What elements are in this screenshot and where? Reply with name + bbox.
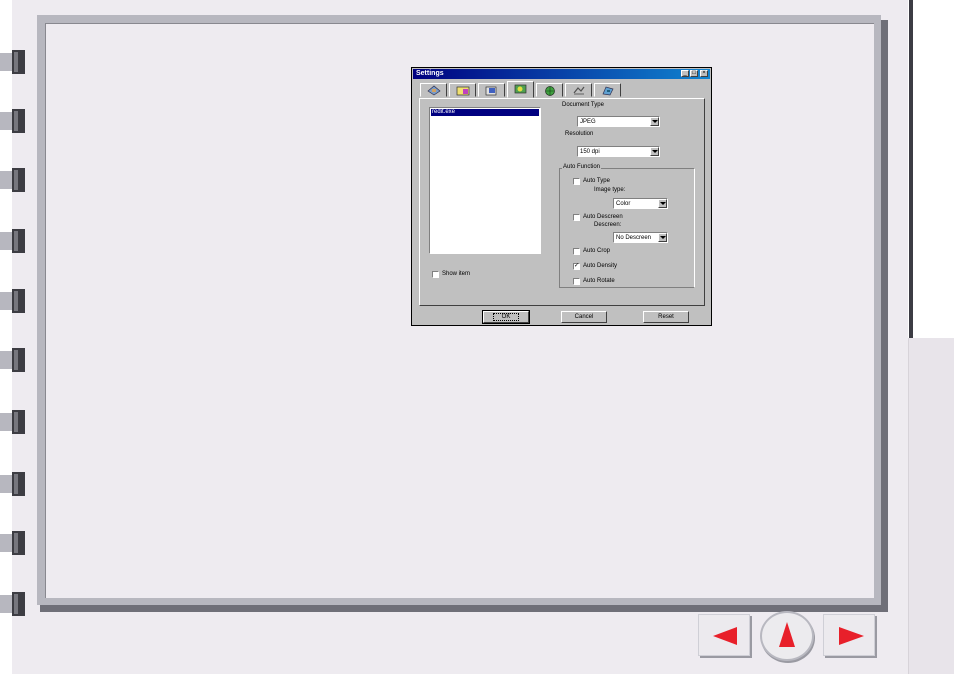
binder-ring	[0, 168, 26, 192]
right-lower-panel	[908, 338, 954, 674]
auto-type-checkbox[interactable]	[573, 178, 580, 185]
show-item-checkbox[interactable]	[432, 271, 439, 278]
auto-crop-label: Auto Crop	[583, 248, 611, 254]
binder-ring	[0, 50, 26, 74]
up-arrow-icon	[779, 622, 795, 647]
tab-settings[interactable]	[507, 81, 534, 98]
image-type-select[interactable]: Color	[613, 198, 668, 209]
auto-rotate-checkbox[interactable]	[573, 278, 580, 285]
document-type-select[interactable]: JPEG	[577, 116, 660, 127]
chevron-down-icon[interactable]	[658, 199, 667, 208]
binder-ring	[0, 109, 26, 133]
cancel-button-label: Cancel	[574, 314, 594, 320]
descreen-value: No Descreen	[616, 235, 652, 241]
image-tab-icon	[485, 86, 497, 96]
chevron-down-icon[interactable]	[650, 147, 659, 156]
auto-crop-checkbox[interactable]	[573, 248, 580, 255]
resolution-value: 150 dpi	[580, 149, 600, 155]
chevron-down-icon[interactable]	[658, 233, 667, 242]
tab-globe[interactable]	[536, 83, 563, 97]
show-item-label: Show item	[442, 271, 471, 277]
image-type-value: Color	[616, 201, 631, 207]
binder-ring	[0, 472, 26, 496]
resolution-select[interactable]: 150 dpi	[577, 146, 660, 157]
tab-tools[interactable]	[565, 83, 592, 97]
right-margin	[908, 0, 954, 338]
chevron-down-icon[interactable]	[650, 117, 659, 126]
reset-button[interactable]: Reset	[643, 311, 689, 323]
ok-button[interactable]: OK	[482, 310, 530, 324]
descreen-select[interactable]: No Descreen	[613, 232, 668, 243]
binder-ring	[0, 531, 26, 555]
auto-function-group	[559, 168, 695, 288]
previous-page-button[interactable]	[698, 614, 750, 656]
tools-tab-icon	[573, 86, 585, 95]
resolution-label: Resolution	[565, 131, 594, 137]
binder-ring	[0, 348, 26, 372]
left-arrow-icon	[713, 627, 737, 645]
list-item[interactable]: redit.exe	[431, 109, 539, 116]
auto-type-label: Auto Type	[583, 178, 610, 184]
cancel-button[interactable]: Cancel	[561, 311, 607, 323]
minimize-button[interactable]: _	[681, 70, 689, 77]
close-button[interactable]: ×	[700, 70, 708, 77]
settings-dialog: Settings _ □ × redit.exe Show item Docum…	[411, 67, 712, 326]
tab-scanner[interactable]	[420, 83, 447, 97]
binder-ring	[0, 289, 26, 313]
checkmark-icon: ✓	[574, 263, 580, 269]
maximize-button[interactable]: □	[690, 70, 698, 77]
settings-panel: redit.exe Show item Document Type JPEG R…	[419, 98, 705, 306]
dialog-titlebar: Settings _ □ ×	[413, 69, 710, 79]
descreen-label: Descreen:	[594, 222, 622, 228]
right-arrow-icon	[839, 627, 864, 645]
tab-image[interactable]	[478, 83, 505, 97]
dialog-title: Settings	[416, 70, 444, 77]
auto-rotate-label: Auto Rotate	[583, 278, 615, 284]
application-list[interactable]: redit.exe	[429, 107, 541, 254]
next-page-button[interactable]	[823, 614, 875, 656]
auto-function-legend: Auto Function	[562, 164, 602, 171]
scan-tab-icon	[602, 86, 614, 96]
document-type-label: Document Type	[562, 102, 604, 108]
auto-descreen-checkbox[interactable]	[573, 214, 580, 221]
globe-tab-icon	[545, 86, 555, 96]
auto-density-label: Auto Density	[583, 263, 618, 269]
home-button[interactable]	[760, 611, 814, 661]
color-tab-icon	[456, 86, 470, 96]
scanner-tab-icon	[427, 85, 441, 96]
image-type-label: Image type:	[594, 187, 626, 193]
ok-button-label: OK	[492, 313, 520, 321]
auto-density-checkbox[interactable]: ✓	[573, 263, 580, 270]
binder-ring	[0, 229, 26, 253]
right-divider-line	[909, 0, 913, 338]
binder-ring	[0, 592, 26, 616]
auto-descreen-label: Auto Descreen	[583, 214, 623, 220]
tab-scan[interactable]	[594, 83, 621, 97]
settings-tab-icon	[514, 84, 527, 94]
document-type-value: JPEG	[580, 119, 596, 125]
tab-color[interactable]	[449, 83, 476, 97]
reset-button-label: Reset	[658, 314, 674, 320]
binder-ring	[0, 410, 26, 434]
